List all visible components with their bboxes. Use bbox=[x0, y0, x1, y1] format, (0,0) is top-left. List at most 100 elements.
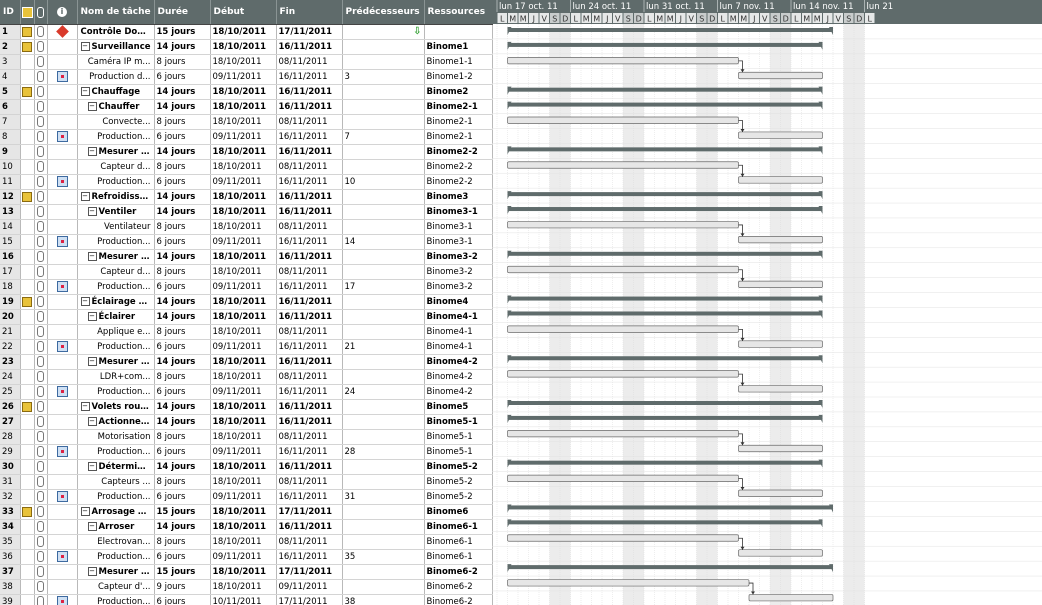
task-id-cell[interactable]: 5 bbox=[0, 84, 21, 100]
task-id-cell[interactable]: 32 bbox=[0, 489, 21, 505]
task-predecessors-cell[interactable]: 38 bbox=[342, 594, 425, 605]
task-predecessors-cell[interactable] bbox=[342, 189, 425, 205]
table-row[interactable]: 27 −Actionner l...14 jours18/10/201116/11… bbox=[0, 414, 493, 430]
column-header-start[interactable]: Début bbox=[210, 0, 277, 25]
task-finish-cell[interactable]: 16/11/2011 bbox=[276, 204, 343, 220]
table-row[interactable]: 32 Production... 6 jours 09/11/2011 16/11/20… bbox=[0, 489, 493, 505]
task-predecessors-cell[interactable]: 24 bbox=[342, 384, 425, 400]
task-id-cell[interactable]: 24 bbox=[0, 369, 21, 385]
task-predecessors-cell[interactable] bbox=[342, 54, 425, 70]
task-start-cell[interactable]: 18/10/2011 bbox=[210, 219, 277, 235]
table-row[interactable]: 35 Electrovan... 8 jours 18/10/2011 08/11/20… bbox=[0, 534, 493, 550]
calendar-icon[interactable] bbox=[56, 551, 68, 562]
task-start-cell[interactable]: 09/11/2011 bbox=[210, 174, 277, 190]
table-row[interactable]: 4 Production d... 6 jours 09/11/2011 16/11/2… bbox=[0, 69, 493, 85]
collapse-toggle-icon[interactable]: − bbox=[87, 417, 97, 426]
task-finish-cell[interactable]: 08/11/2011 bbox=[276, 219, 343, 235]
task-resources-cell[interactable]: Binome4-2 bbox=[424, 369, 493, 385]
task-name-cell[interactable]: Production... bbox=[77, 234, 155, 250]
task-start-cell[interactable]: 18/10/2011 bbox=[210, 414, 277, 430]
calendar-icon[interactable] bbox=[56, 491, 68, 502]
collapse-toggle-icon[interactable]: − bbox=[80, 42, 90, 51]
task-start-cell[interactable]: 18/10/2011 bbox=[210, 324, 277, 340]
task-finish-cell[interactable]: 08/11/2011 bbox=[276, 159, 343, 175]
task-duration-cell[interactable]: 6 jours bbox=[154, 549, 211, 565]
task-resources-cell[interactable]: Binome2 bbox=[424, 84, 493, 100]
task-duration-cell[interactable]: 8 jours bbox=[154, 429, 211, 445]
task-finish-cell[interactable]: 16/11/2011 bbox=[276, 519, 343, 535]
table-row[interactable]: 9 −Mesurer la ...14 jours18/10/201116/11/… bbox=[0, 144, 493, 160]
task-id-cell[interactable]: 14 bbox=[0, 219, 21, 235]
task-name-cell[interactable]: Production... bbox=[77, 384, 155, 400]
task-name-cell[interactable]: Production d... bbox=[77, 69, 155, 85]
task-id-cell[interactable]: 27 bbox=[0, 414, 21, 430]
task-start-cell[interactable]: 09/11/2011 bbox=[210, 489, 277, 505]
task-predecessors-cell[interactable] bbox=[342, 294, 425, 310]
task-name-cell[interactable]: − Éclairer bbox=[77, 309, 155, 325]
task-name-cell[interactable]: −Mesurer la ... bbox=[77, 144, 155, 160]
task-predecessors-cell[interactable]: 28 bbox=[342, 444, 425, 460]
task-resources-cell[interactable]: Binome2-2 bbox=[424, 144, 493, 160]
task-finish-cell[interactable]: 08/11/2011 bbox=[276, 264, 343, 280]
task-start-cell[interactable]: 18/10/2011 bbox=[210, 294, 277, 310]
task-id-cell[interactable]: 20 bbox=[0, 309, 21, 325]
task-resources-cell[interactable]: Binome3-2 bbox=[424, 264, 493, 280]
task-predecessors-cell[interactable] bbox=[342, 369, 425, 385]
task-name-cell[interactable]: Production... bbox=[77, 489, 155, 505]
task-duration-cell[interactable]: 6 jours bbox=[154, 174, 211, 190]
task-predecessors-cell[interactable]: 3 bbox=[342, 69, 425, 85]
task-resources-cell[interactable]: Binome6 bbox=[424, 504, 493, 520]
calendar-icon[interactable] bbox=[56, 236, 68, 247]
calendar-icon[interactable] bbox=[56, 176, 68, 187]
table-row[interactable]: 21 Applique e... 8 jours 18/10/2011 08/11/20… bbox=[0, 324, 493, 340]
task-start-cell[interactable]: 18/10/2011 bbox=[210, 99, 277, 115]
table-row[interactable]: 13− Ventiler 14 jours 18/10/2011 16/11/2011 B… bbox=[0, 204, 493, 220]
task-resources-cell[interactable]: Binome2-2 bbox=[424, 159, 493, 175]
task-predecessors-cell[interactable] bbox=[342, 204, 425, 220]
task-id-cell[interactable]: 22 bbox=[0, 339, 21, 355]
table-row[interactable]: 20− Éclairer 14 jours 18/10/2011 16/11/2011 B… bbox=[0, 309, 493, 325]
calendar-icon[interactable] bbox=[56, 281, 68, 292]
task-start-cell[interactable]: 18/10/2011 bbox=[210, 159, 277, 175]
task-duration-cell[interactable]: 14 jours bbox=[154, 459, 211, 475]
task-name-cell[interactable]: Production... bbox=[77, 174, 155, 190]
task-start-cell[interactable]: 18/10/2011 bbox=[210, 84, 277, 100]
task-name-cell[interactable]: Production... bbox=[77, 279, 155, 295]
task-finish-cell[interactable]: 16/11/2011 bbox=[276, 39, 343, 55]
task-duration-cell[interactable]: 14 jours bbox=[154, 99, 211, 115]
task-duration-cell[interactable]: 8 jours bbox=[154, 219, 211, 235]
task-duration-cell[interactable]: 8 jours bbox=[154, 114, 211, 130]
task-name-cell[interactable]: Capteurs ... bbox=[77, 474, 155, 490]
table-row[interactable]: 3 Caméra IP m... 8 jours 18/10/2011 08/11/20… bbox=[0, 54, 493, 70]
task-predecessors-cell[interactable] bbox=[342, 579, 425, 595]
table-row[interactable]: 28 Motorisation 8 jours 18/10/2011 08/11/201… bbox=[0, 429, 493, 445]
table-row[interactable]: 19 −Éclairage ext...14 jours18/10/201116/… bbox=[0, 294, 493, 310]
task-id-cell[interactable]: 18 bbox=[0, 279, 21, 295]
task-finish-cell[interactable]: 16/11/2011 bbox=[276, 414, 343, 430]
task-name-cell[interactable]: LDR+com... bbox=[77, 369, 155, 385]
table-row[interactable]: 1 Contrôle Domo... 15 jours 18/10/2011 17/11… bbox=[0, 24, 493, 40]
task-predecessors-cell[interactable] bbox=[342, 84, 425, 100]
task-resources-cell[interactable]: Binome6-2 bbox=[424, 579, 493, 595]
calendar-icon[interactable] bbox=[56, 131, 68, 142]
task-duration-cell[interactable]: 14 jours bbox=[154, 309, 211, 325]
calendar-icon[interactable] bbox=[56, 71, 68, 82]
task-start-cell[interactable]: 09/11/2011 bbox=[210, 549, 277, 565]
table-row[interactable]: 15 Production... 6 jours 09/11/2011 16/11/20… bbox=[0, 234, 493, 250]
collapse-toggle-icon[interactable]: − bbox=[87, 567, 97, 576]
task-resources-cell[interactable]: Binome3-2 bbox=[424, 249, 493, 265]
task-resources-cell[interactable]: Binome2-1 bbox=[424, 129, 493, 145]
table-row[interactable]: 25 Production... 6 jours 09/11/2011 16/11/20… bbox=[0, 384, 493, 400]
task-name-cell[interactable]: Motorisation bbox=[77, 429, 155, 445]
collapse-toggle-icon[interactable]: − bbox=[87, 102, 97, 111]
task-duration-cell[interactable]: 9 jours bbox=[154, 579, 211, 595]
task-duration-cell[interactable]: 8 jours bbox=[154, 264, 211, 280]
task-finish-cell[interactable]: 16/11/2011 bbox=[276, 384, 343, 400]
task-name-cell[interactable]: −Volets roulants bbox=[77, 399, 155, 415]
collapse-toggle-icon[interactable]: − bbox=[80, 87, 90, 96]
task-predecessors-cell[interactable] bbox=[342, 264, 425, 280]
task-start-cell[interactable]: 09/11/2011 bbox=[210, 444, 277, 460]
task-duration-cell[interactable]: 6 jours bbox=[154, 279, 211, 295]
task-predecessors-cell[interactable] bbox=[342, 354, 425, 370]
task-name-cell[interactable]: Convecte... bbox=[77, 114, 155, 130]
